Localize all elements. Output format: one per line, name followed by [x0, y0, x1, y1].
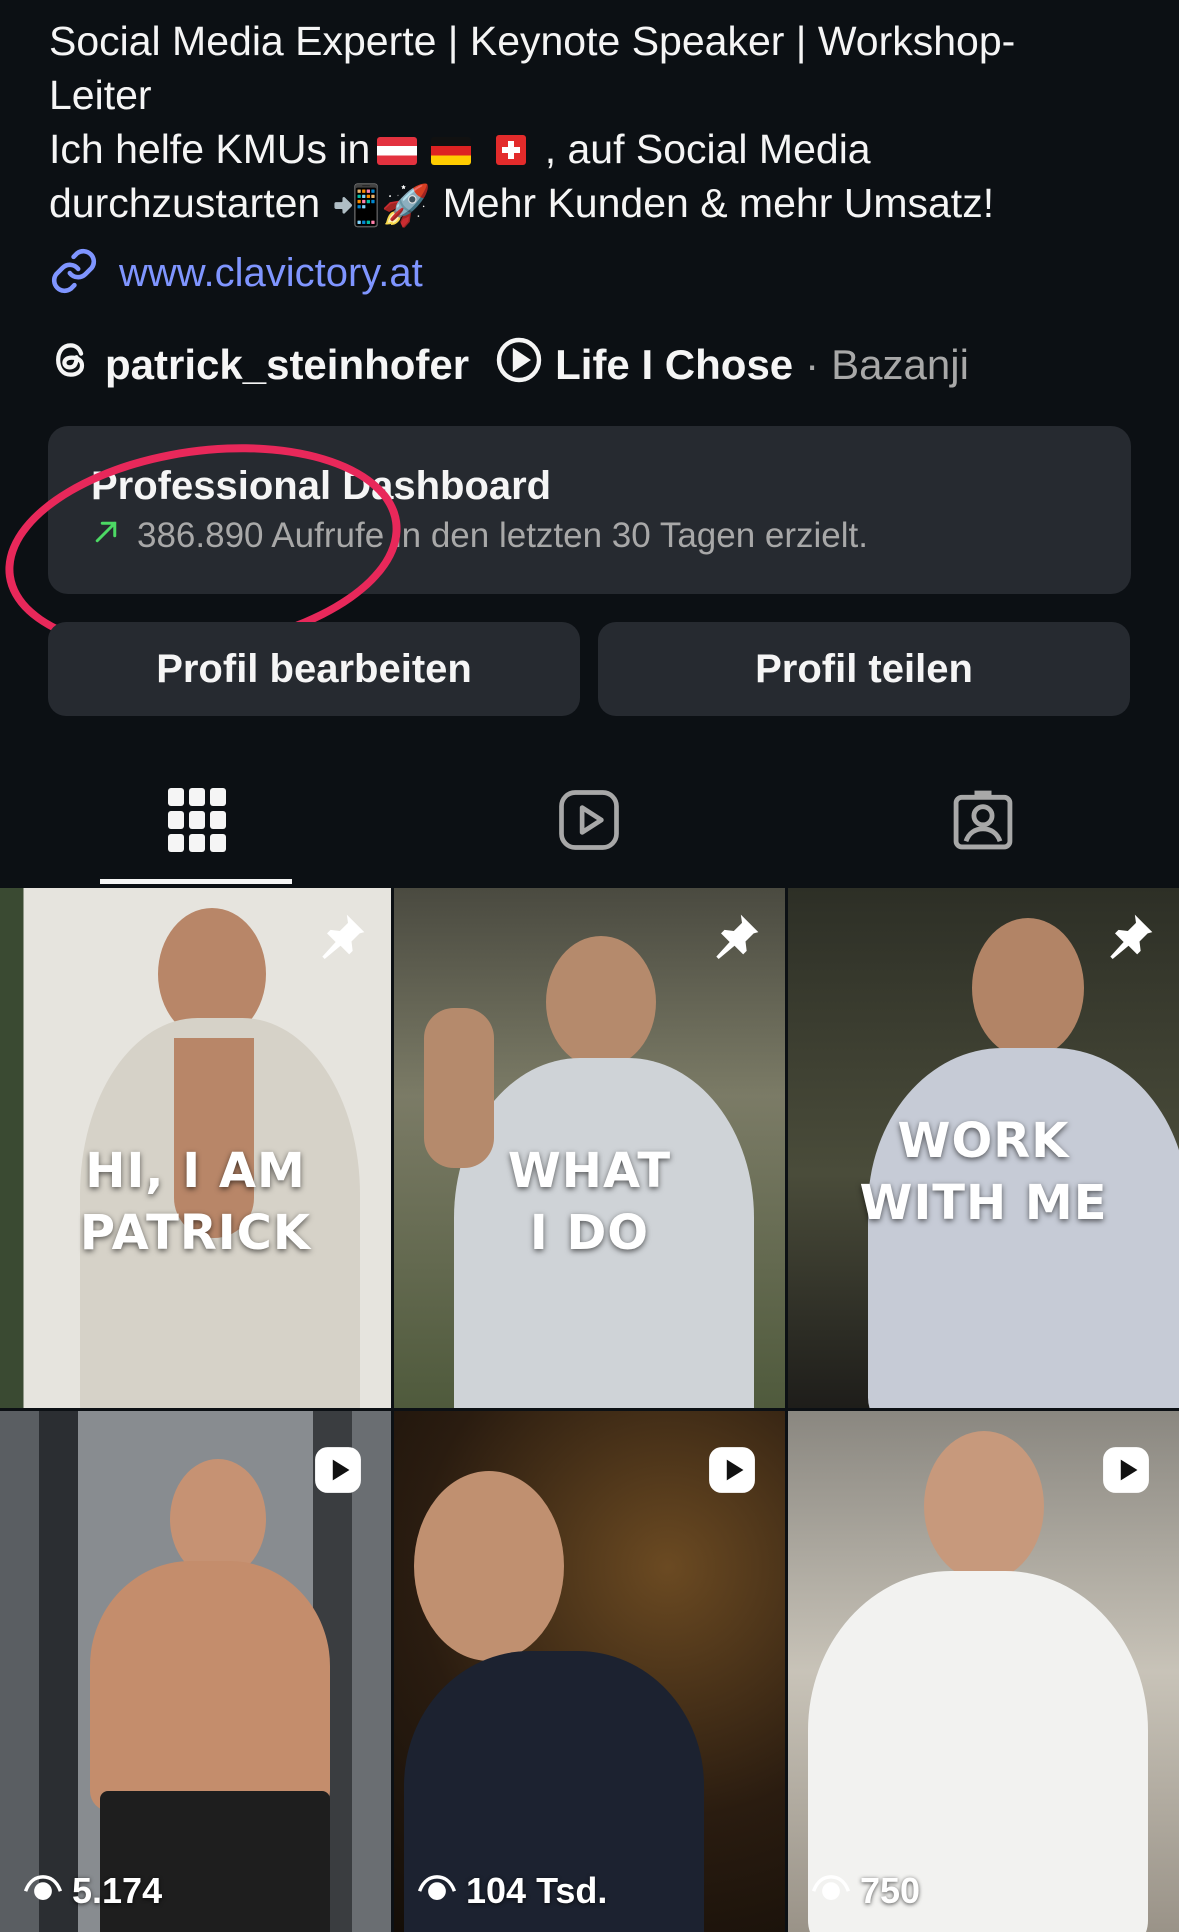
dashboard-views-text: 386.890 Aufrufe in den letzten 30 Tagen … [137, 516, 869, 555]
profile-bio: Social Media Experte | Keynote Speaker |… [49, 14, 1129, 233]
pin-icon [313, 910, 369, 971]
reel-indicator-icon [707, 1445, 757, 1500]
overlay-line: I DO [529, 1205, 650, 1261]
post-tile[interactable]: WORK WITH ME [788, 888, 1179, 1408]
website-link[interactable]: www.clavictory.at [49, 244, 423, 302]
overlay-line: WHAT [507, 1143, 672, 1199]
austria-flag-icon [377, 137, 418, 165]
overlay-line: PATRICK [79, 1205, 312, 1261]
profile-meta-row: patrick_steinhofer Life I Chose · Bazanj… [49, 336, 969, 394]
reel-views: 5.174 [23, 1870, 163, 1912]
overlay-line: WITH ME [859, 1175, 1108, 1231]
reel-views: 104 Tsd. [417, 1870, 608, 1912]
posts-grid: HI, I AM PATRICK WHAT I DO WORK WITH ME [0, 888, 1179, 1932]
threads-icon[interactable] [49, 338, 93, 392]
tagged-icon [949, 786, 1017, 859]
tab-posts-grid[interactable] [97, 760, 297, 885]
eye-play-icon [23, 1870, 63, 1912]
bio-line: Ich helfe KMUs in , auf Social Media [49, 122, 1129, 176]
threads-handle[interactable]: patrick_steinhofer [105, 341, 469, 389]
profile-tabs [0, 760, 1179, 885]
professional-dashboard-card[interactable]: Professional Dashboard 386.890 Aufrufe i… [48, 426, 1131, 594]
reel-indicator-icon [1101, 1445, 1151, 1500]
separator-dot: · [805, 341, 820, 388]
pin-icon [1101, 910, 1157, 971]
overlay-line: WORK [897, 1113, 1070, 1169]
profile-song-title[interactable]: Life I Chose [555, 341, 793, 389]
bio-text: Mehr Kunden & mehr Umsatz! [442, 180, 995, 226]
eye-play-icon [811, 1870, 851, 1912]
trend-up-arrow-icon [91, 516, 121, 556]
link-icon [49, 246, 99, 301]
active-tab-indicator [100, 879, 292, 884]
website-link-text[interactable]: www.clavictory.at [119, 251, 423, 296]
post-overlay-text: WHAT I DO [394, 1140, 785, 1264]
tab-reels[interactable] [489, 760, 689, 885]
bio-text: durchzustarten [49, 180, 321, 226]
post-overlay-text: WORK WITH ME [788, 1110, 1179, 1234]
bio-line: durchzustarten 📲🚀 Mehr Kunden & mehr Ums… [49, 176, 1129, 233]
bio-line: Leiter [49, 72, 152, 118]
reel-view-count: 750 [860, 1870, 921, 1911]
dashboard-title: Professional Dashboard [91, 464, 552, 508]
reel-tile[interactable]: 750 [788, 1411, 1179, 1932]
play-circle-icon[interactable] [495, 336, 543, 394]
reel-view-count: 104 Tsd. [466, 1870, 608, 1911]
pin-icon [707, 910, 763, 971]
phone-rocket-emoji-icon: 📲🚀 [331, 184, 432, 228]
reel-tile[interactable]: 5.174 [0, 1411, 391, 1932]
post-overlay-text: HI, I AM PATRICK [0, 1140, 391, 1264]
overlay-line: HI, I AM [85, 1143, 306, 1199]
reel-indicator-icon [313, 1445, 363, 1500]
reels-icon [556, 787, 622, 858]
bio-line: Social Media Experte | Keynote Speaker |… [49, 18, 1016, 64]
germany-flag-icon [431, 137, 472, 165]
eye-play-icon [417, 1870, 457, 1912]
post-tile[interactable]: HI, I AM PATRICK [0, 888, 391, 1408]
grid-icon [168, 788, 226, 857]
bio-text: Ich helfe KMUs in [49, 126, 371, 172]
profile-song-artist[interactable]: Bazanji [831, 341, 969, 389]
edit-profile-button[interactable]: Profil bearbeiten [48, 622, 580, 716]
post-tile[interactable]: WHAT I DO [394, 888, 785, 1408]
reel-views: 750 [811, 1870, 921, 1912]
dashboard-stat: 386.890 Aufrufe in den letzten 30 Tagen … [91, 516, 868, 556]
bio-text: , auf Social Media [544, 126, 871, 172]
share-profile-button[interactable]: Profil teilen [598, 622, 1130, 716]
tab-tagged[interactable] [883, 760, 1083, 885]
reel-view-count: 5.174 [72, 1870, 163, 1911]
reel-tile[interactable]: 104 Tsd. [394, 1411, 785, 1932]
switzerland-flag-icon [496, 135, 527, 165]
